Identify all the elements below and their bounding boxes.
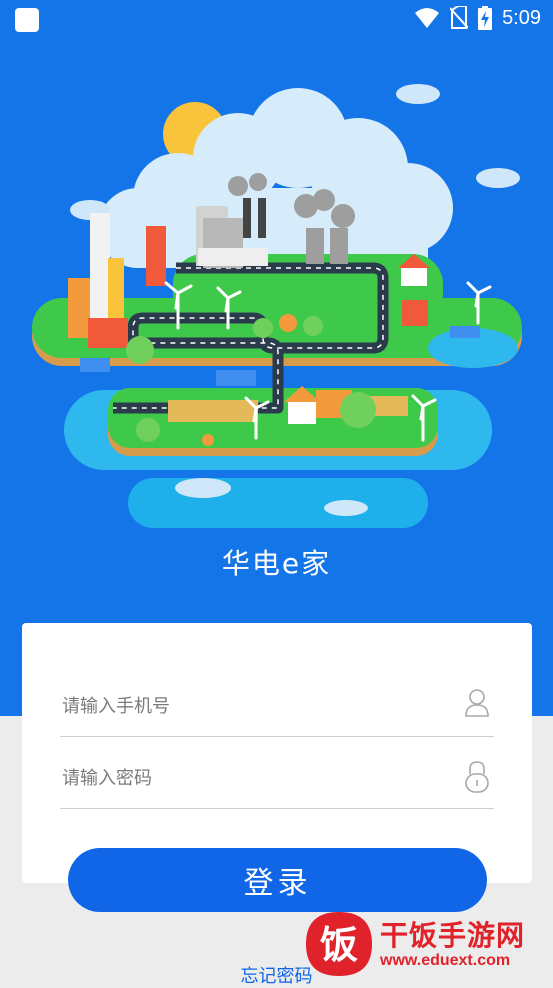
phone-placeholder: 请输入手机号 xyxy=(62,696,170,717)
no-sim-icon xyxy=(450,6,469,29)
status-time: 5:09 xyxy=(502,6,541,29)
watermark-logo-char: 饭 xyxy=(320,923,358,967)
watermark-url: www.eduext.com xyxy=(380,952,511,969)
user-icon xyxy=(465,689,489,717)
password-field[interactable]: 请输入密码 xyxy=(60,752,494,809)
wifi-icon xyxy=(415,8,440,28)
lock-icon xyxy=(465,761,489,793)
app-title: 华电e家 xyxy=(221,547,332,580)
battery-charging-icon xyxy=(478,6,493,30)
password-placeholder: 请输入密码 xyxy=(62,768,152,789)
site-watermark: 饭 干饭手游网 www.eduext.com xyxy=(302,908,542,978)
login-card: 请输入手机号 请输入密码 xyxy=(22,623,532,883)
app-square-icon xyxy=(15,8,39,32)
watermark-logo-icon: 饭 xyxy=(306,912,372,976)
city-island-illustration xyxy=(32,84,522,528)
watermark-name: 干饭手游网 xyxy=(380,919,526,952)
phone-field[interactable]: 请输入手机号 xyxy=(60,680,494,737)
login-button[interactable]: 登录 xyxy=(68,848,487,912)
status-bar: 5:09 xyxy=(0,0,553,40)
